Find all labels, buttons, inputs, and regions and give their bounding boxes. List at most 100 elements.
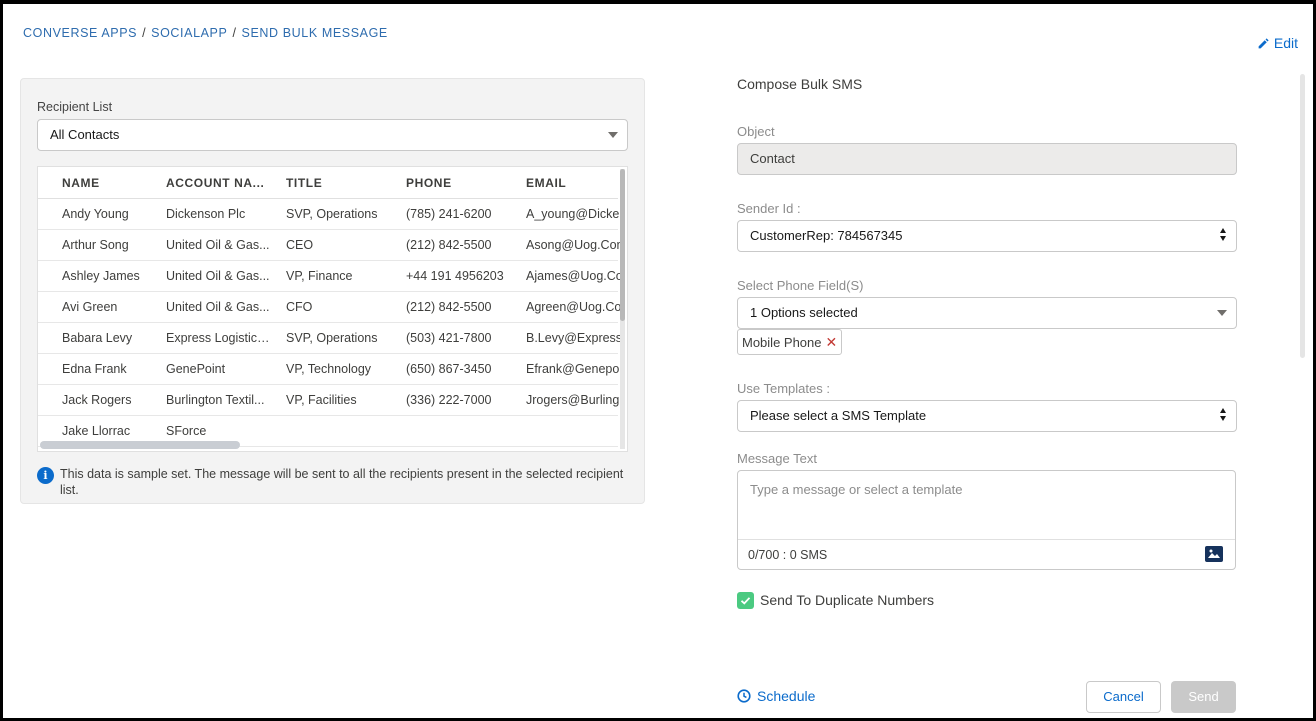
table-row[interactable]: Andy Young Dickenson Plc SVP, Operations (7… [38, 199, 622, 230]
breadcrumb: CONVERSE APPS / SOCIALAPP / SEND BULK MESSAG… [23, 26, 388, 40]
table-row[interactable]: Edna Frank GenePoint VP, Technology (650) 8… [38, 354, 622, 385]
cell-email: A_young@Dicke. [526, 207, 622, 221]
object-value: Contact [750, 151, 795, 166]
phone-field-select[interactable]: 1 Options selected [737, 297, 1237, 329]
column-header-title[interactable]: TITLE [286, 176, 322, 190]
chevron-down-icon [608, 132, 618, 138]
cell-email: Agreen@Uog.Cor [526, 300, 622, 314]
cell-name: Jack Rogers [62, 393, 132, 407]
compose-title: Compose Bulk SMS [737, 76, 863, 92]
cell-email: Efrank@Genepo. [526, 362, 622, 376]
sender-id-select[interactable]: CustomerRep: 784567345 [737, 220, 1237, 252]
schedule-label: Schedule [757, 688, 816, 704]
cell-title: VP, Technology [286, 362, 372, 376]
selected-option-pill: Mobile Phone ✕ [737, 329, 843, 355]
table-vertical-scrollbar[interactable] [620, 169, 625, 321]
templates-label: Use Templates : [737, 381, 830, 396]
cell-name: Arthur Song [62, 238, 129, 252]
templates-value: Please select a SMS Template [750, 408, 927, 423]
cell-account-name: United Oil & Gas... [166, 269, 270, 283]
table-row[interactable]: Jack Rogers Burlington Textil... VP, Facil… [38, 385, 622, 416]
breadcrumb-separator: / [232, 26, 237, 40]
breadcrumb-item-send-bulk-message: SEND BULK MESSAGE [241, 26, 388, 40]
chevron-down-icon [1217, 310, 1227, 316]
phone-field-label: Select Phone Field(S) [737, 278, 864, 293]
cell-phone: (212) 842-5500 [406, 300, 492, 314]
table-header: NAME ACCOUNT NA... TITLE PHONE EMAIL [38, 167, 618, 199]
cell-title: SVP, Operations [286, 207, 378, 221]
cell-name: Ashley James [62, 269, 140, 283]
recipient-table: NAME ACCOUNT NA... TITLE PHONE EMAIL And… [37, 166, 628, 452]
duplicate-numbers-checkbox[interactable] [737, 592, 754, 609]
select-arrows-icon [1220, 408, 1227, 421]
cell-account-name: Express Logistics... [166, 331, 272, 345]
column-header-account-name[interactable]: ACCOUNT NA... [166, 176, 264, 190]
cell-title: VP, Facilities [286, 393, 357, 407]
sender-id-label: Sender Id : [737, 201, 801, 216]
recipient-list-select[interactable]: All Contacts [37, 119, 628, 151]
cell-phone: (650) 867-3450 [406, 362, 492, 376]
table-row[interactable]: Ashley James United Oil & Gas... VP, Finan… [38, 261, 622, 292]
checkmark-icon [740, 597, 751, 605]
cancel-button[interactable]: Cancel [1086, 681, 1161, 713]
pill-label: Mobile Phone [742, 334, 822, 350]
info-message: i This data is sample set. The message w… [37, 466, 627, 498]
schedule-link[interactable]: Schedule [737, 688, 815, 704]
cell-name: Babara Levy [62, 331, 133, 345]
message-textarea[interactable]: Type a message or select a template 0/70… [737, 470, 1236, 570]
message-count: 0/700 : 0 SMS [748, 548, 828, 562]
object-label: Object [737, 124, 775, 139]
cell-name: Jake Llorrac [62, 424, 131, 438]
table-row[interactable]: Avi Green United Oil & Gas... CFO (212) 842… [38, 292, 622, 323]
cell-email: Jrogers@Burling. [526, 393, 622, 407]
cell-email: Ajames@Uog.Co. [526, 269, 622, 283]
cell-account-name: United Oil & Gas... [166, 300, 270, 314]
table-row[interactable]: Arthur Song United Oil & Gas... CEO (212) 8… [38, 230, 622, 261]
info-icon: i [37, 467, 54, 484]
pencil-icon [1258, 37, 1269, 48]
cell-phone: (503) 421-7800 [406, 331, 492, 345]
column-header-email[interactable]: EMAIL [526, 176, 566, 190]
cell-email: Asong@Uog.Com [526, 238, 622, 252]
duplicate-numbers-label: Send To Duplicate Numbers [760, 592, 935, 608]
message-placeholder: Type a message or select a template [750, 482, 963, 497]
page-scrollbar[interactable] [1300, 74, 1305, 358]
cell-name: Edna Frank [62, 362, 127, 376]
breadcrumb-item-socialapp[interactable]: SOCIALAPP [151, 26, 227, 40]
recipient-list-value: All Contacts [50, 127, 120, 142]
clock-icon [737, 689, 751, 703]
cell-title: SVP, Operations [286, 331, 378, 345]
cell-account-name: SForce [166, 424, 207, 438]
message-text-label: Message Text [737, 451, 817, 466]
templates-select[interactable]: Please select a SMS Template [737, 400, 1237, 432]
column-header-phone[interactable]: PHONE [406, 176, 452, 190]
cell-title: VP, Finance [286, 269, 353, 283]
cell-phone: (212) 842-5500 [406, 238, 492, 252]
cell-account-name: Burlington Textil... [166, 393, 265, 407]
image-icon[interactable] [1205, 546, 1223, 562]
phone-field-value: 1 Options selected [750, 305, 858, 320]
table-row[interactable]: Babara Levy Express Logistics... SVP, Oper… [38, 323, 622, 354]
breadcrumb-item-converse-apps[interactable]: CONVERSE APPS [23, 26, 137, 40]
object-field: Contact [737, 143, 1237, 175]
table-horizontal-scrollbar[interactable] [40, 441, 240, 449]
cell-account-name: United Oil & Gas... [166, 238, 270, 252]
column-header-name[interactable]: NAME [62, 176, 100, 190]
remove-pill-icon[interactable]: ✕ [826, 335, 838, 349]
message-footer: 0/700 : 0 SMS [738, 539, 1235, 569]
cell-title: CEO [286, 238, 314, 252]
cell-phone: +44 191 4956203 [406, 269, 504, 283]
recipient-panel: Recipient List All Contacts NAME ACCOUNT… [20, 78, 645, 504]
send-button[interactable]: Send [1171, 681, 1236, 713]
edit-label: Edit [1273, 35, 1298, 51]
cell-phone: (336) 222-7000 [406, 393, 492, 407]
edit-button[interactable]: Edit [1257, 35, 1298, 51]
cell-account-name: GenePoint [166, 362, 226, 376]
cell-name: Andy Young [62, 207, 129, 221]
cell-title: CFO [286, 300, 313, 314]
cell-name: Avi Green [62, 300, 118, 314]
recipient-list-label: Recipient List [37, 100, 113, 114]
sender-id-value: CustomerRep: 784567345 [750, 228, 903, 243]
info-text: This data is sample set. The message wil… [60, 467, 624, 497]
cell-account-name: Dickenson Plc [166, 207, 246, 221]
